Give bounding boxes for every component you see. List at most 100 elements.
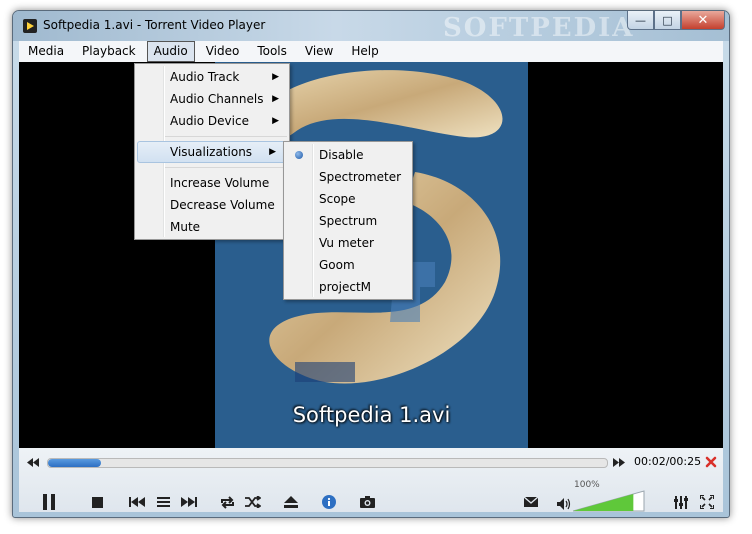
close-button[interactable]: ✕ (681, 11, 725, 30)
mute-label: Mute (170, 220, 201, 234)
close-icon: ✕ (697, 12, 709, 28)
submenu-arrow-icon: ▶ (272, 116, 279, 126)
visualizations-item[interactable]: Visualizations ▶ (137, 141, 287, 163)
repeat-icon (220, 495, 234, 509)
viz-scope-item[interactable]: Scope (284, 188, 412, 210)
menu-tools[interactable]: Tools (248, 41, 296, 62)
menu-separator (165, 167, 287, 168)
previous-icon (129, 497, 145, 507)
viz-vu-meter-label: Vu meter (319, 236, 374, 250)
maximize-button[interactable]: □ (654, 11, 681, 30)
increase-volume-label: Increase Volume (170, 176, 270, 190)
viz-disable-item[interactable]: Disable (284, 144, 412, 166)
stop-button[interactable] (87, 492, 107, 512)
viz-goom-item[interactable]: Goom (284, 254, 412, 276)
info-icon (322, 495, 336, 509)
shuffle-button[interactable] (243, 492, 263, 512)
viz-spectrum-item[interactable]: Spectrum (284, 210, 412, 232)
next-icon (181, 497, 197, 507)
speaker-icon (557, 498, 571, 510)
playlist-icon (156, 497, 170, 507)
audio-device-label: Audio Device (170, 114, 249, 128)
decrease-volume-item[interactable]: Decrease Volume (135, 194, 289, 216)
viz-goom-label: Goom (319, 258, 355, 272)
audio-device-item[interactable]: Audio Device ▶ (135, 110, 289, 132)
fast-forward-button[interactable] (611, 454, 627, 470)
visualizations-label: Visualizations (170, 145, 253, 159)
submenu-arrow-icon: ▶ (272, 94, 279, 104)
viz-disable-label: Disable (319, 148, 364, 162)
minimize-icon: — (635, 13, 646, 27)
menu-bar: Media Playback Audio Video Tools View He… (19, 41, 723, 62)
info-button[interactable] (319, 492, 339, 512)
menu-video[interactable]: Video (197, 41, 249, 62)
snapshot-button[interactable] (357, 492, 377, 512)
fast-forward-icon (613, 457, 625, 467)
volume-percent: 100% (574, 480, 600, 490)
menu-view[interactable]: View (296, 41, 342, 62)
audio-channels-item[interactable]: Audio Channels ▶ (135, 88, 289, 110)
next-button[interactable] (179, 492, 199, 512)
viz-spectrometer-label: Spectrometer (319, 170, 402, 184)
submenu-arrow-icon: ▶ (272, 72, 279, 82)
audio-track-item[interactable]: Audio Track ▶ (135, 66, 289, 88)
close-x-icon (705, 456, 717, 468)
mute-item[interactable]: Mute (135, 216, 289, 238)
equalizer-icon (674, 495, 688, 509)
window-title: Softpedia 1.avi - Torrent Video Player (43, 18, 266, 32)
fullscreen-icon (700, 495, 714, 509)
rewind-icon (27, 457, 39, 467)
increase-volume-item[interactable]: Increase Volume (135, 172, 289, 194)
minimize-button[interactable]: — (627, 11, 654, 30)
menu-audio[interactable]: Audio (146, 41, 195, 62)
rewind-button[interactable] (25, 454, 41, 470)
volume-icon-button[interactable] (555, 496, 573, 512)
menu-media[interactable]: Media (19, 41, 73, 62)
title-bar[interactable]: SOFTPEDIA Softpedia 1.avi - Torrent Vide… (13, 11, 729, 43)
subtitle-text: Softpedia 1.avi (292, 403, 451, 427)
visualizations-submenu: Disable Spectrometer Scope Spectrum Vu m… (283, 141, 413, 300)
viz-spectrometer-item[interactable]: Spectrometer (284, 166, 412, 188)
seek-bar[interactable] (47, 458, 608, 468)
fullscreen-button[interactable] (697, 492, 717, 512)
previous-button[interactable] (127, 492, 147, 512)
control-panel: 00:02/00:25 100% (19, 448, 723, 512)
eject-button[interactable] (281, 492, 301, 512)
seek-row: 00:02/00:25 (19, 454, 723, 470)
close-file-button[interactable] (703, 454, 719, 470)
radio-selected-icon (295, 151, 303, 159)
repeat-button[interactable] (217, 492, 237, 512)
message-button[interactable] (521, 492, 541, 512)
playlist-button[interactable] (153, 492, 173, 512)
title-watermark: SOFTPEDIA (443, 13, 635, 43)
viz-scope-label: Scope (319, 192, 356, 206)
seek-progress (48, 459, 102, 467)
eject-icon (284, 496, 298, 508)
window-controls: — □ ✕ (627, 11, 725, 31)
menu-playback[interactable]: Playback (73, 41, 145, 62)
time-display: 00:02/00:25 (634, 455, 702, 468)
decrease-volume-label: Decrease Volume (170, 198, 275, 212)
submenu-arrow-icon: ▶ (269, 147, 276, 157)
viz-projectm-item[interactable]: projectM (284, 276, 412, 298)
audio-menu: Audio Track ▶ Audio Channels ▶ Audio Devic… (134, 63, 290, 240)
audio-channels-label: Audio Channels (170, 92, 264, 106)
player-window: SOFTPEDIA Softpedia 1.avi - Torrent Vide… (12, 10, 730, 518)
shuffle-icon (245, 496, 261, 508)
volume-slider[interactable] (572, 490, 645, 512)
camera-icon (359, 496, 375, 508)
menu-help[interactable]: Help (342, 41, 387, 62)
viz-projectm-label: projectM (319, 280, 372, 294)
envelope-icon (524, 497, 538, 507)
equalizer-button[interactable] (671, 492, 691, 512)
app-icon (23, 19, 37, 33)
pause-button[interactable] (39, 492, 59, 512)
audio-track-label: Audio Track (170, 70, 240, 84)
stop-icon (91, 496, 103, 508)
viz-vu-meter-item[interactable]: Vu meter (284, 232, 412, 254)
menu-separator (165, 136, 287, 137)
volume-wedge (572, 490, 645, 512)
maximize-icon: □ (662, 13, 673, 27)
pause-icon (43, 494, 55, 510)
viz-spectrum-label: Spectrum (319, 214, 378, 228)
